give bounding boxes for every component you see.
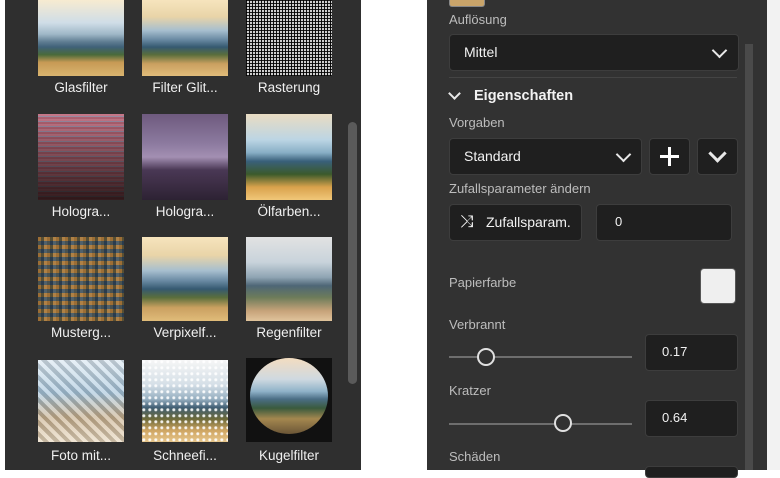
burned-slider-handle[interactable] [477,348,495,366]
resolution-dropdown[interactable]: Mittel [449,34,739,71]
filter-label: Ölfarben... [257,204,321,219]
gallery-scrollbar[interactable] [348,122,357,384]
chevron-down-icon [615,146,632,163]
filter-thumbnail [142,0,228,76]
filter-thumbnail [142,360,228,442]
filter-label: Glasfilter [54,80,108,95]
section-title: Eigenschaften [474,88,574,104]
scratches-label: Kratzer [449,383,491,398]
scratches-slider-track[interactable] [449,423,632,425]
filter-thumbnail [142,237,228,321]
filter-label: Filter Glit... [152,80,218,95]
filter-thumbnail [38,114,124,200]
shuffle-icon: ⤨ [460,212,474,231]
divider [449,77,737,78]
filter-thumbnail [246,0,332,76]
filter-thumbnail [142,114,228,200]
properties-panel: Auflösung Mittel Eigenschaften Vorgaben … [427,0,767,478]
filter-label: Kugelfilter [258,448,320,463]
filter-gallery-panel: Glasfilter Filter Glit... Rasterung Holo… [5,0,361,470]
filter-label: Schneefi... [153,448,217,463]
burned-label: Verbrannt [449,317,506,332]
randomize-button[interactable]: ⤨ Zufallsparam. [449,204,582,241]
random-seed-input[interactable]: 0 [596,204,732,241]
chevron-down-icon [711,42,728,59]
random-seed-value: 0 [615,214,623,229]
presets-label: Vorgaben [449,115,505,130]
properties-scrollbar[interactable] [745,44,753,470]
resolution-label: Auflösung [449,12,507,27]
paper-color-swatch[interactable] [700,268,736,304]
add-preset-button[interactable] [649,138,690,175]
scratches-value: 0.64 [662,410,688,425]
filter-thumbnail [246,237,332,321]
random-label: Zufallsparameter ändern [449,181,591,196]
burned-value-field[interactable]: 0.17 [645,334,738,371]
randomize-button-label: Zufallsparam. [486,214,571,230]
filter-label: Hologra... [51,204,111,219]
properties-section-header[interactable]: Eigenschaften [448,86,649,108]
filter-label: Rasterung [257,80,321,95]
filter-label: Regenfilter [256,325,322,340]
filter-thumbnail [38,0,124,76]
filter-label: Musterg... [50,325,112,340]
damage-label: Schäden [449,449,501,464]
burned-value: 0.17 [662,344,688,359]
filter-thumbnail [38,360,124,442]
presets-dropdown[interactable]: Standard [449,138,642,175]
filter-label: Foto mit... [50,448,111,463]
filter-thumbnail [246,358,332,442]
filter-thumbnail [38,237,124,321]
resolution-value: Mittel [464,44,498,60]
filter-label: Verpixelf... [153,325,217,340]
window-edge [767,0,780,470]
texture-swatch[interactable] [449,0,485,7]
presets-value: Standard [464,148,521,164]
scratches-slider-handle[interactable] [554,414,572,432]
chevron-down-icon [708,144,727,163]
chevron-down-icon [448,87,461,100]
damage-value-field[interactable] [645,466,738,478]
scratches-value-field[interactable]: 0.64 [645,400,738,437]
preset-menu-button[interactable] [697,138,738,175]
filter-label: Hologra... [155,204,215,219]
paper-color-label: Papierfarbe [449,275,517,290]
filter-thumbnail [246,114,332,200]
